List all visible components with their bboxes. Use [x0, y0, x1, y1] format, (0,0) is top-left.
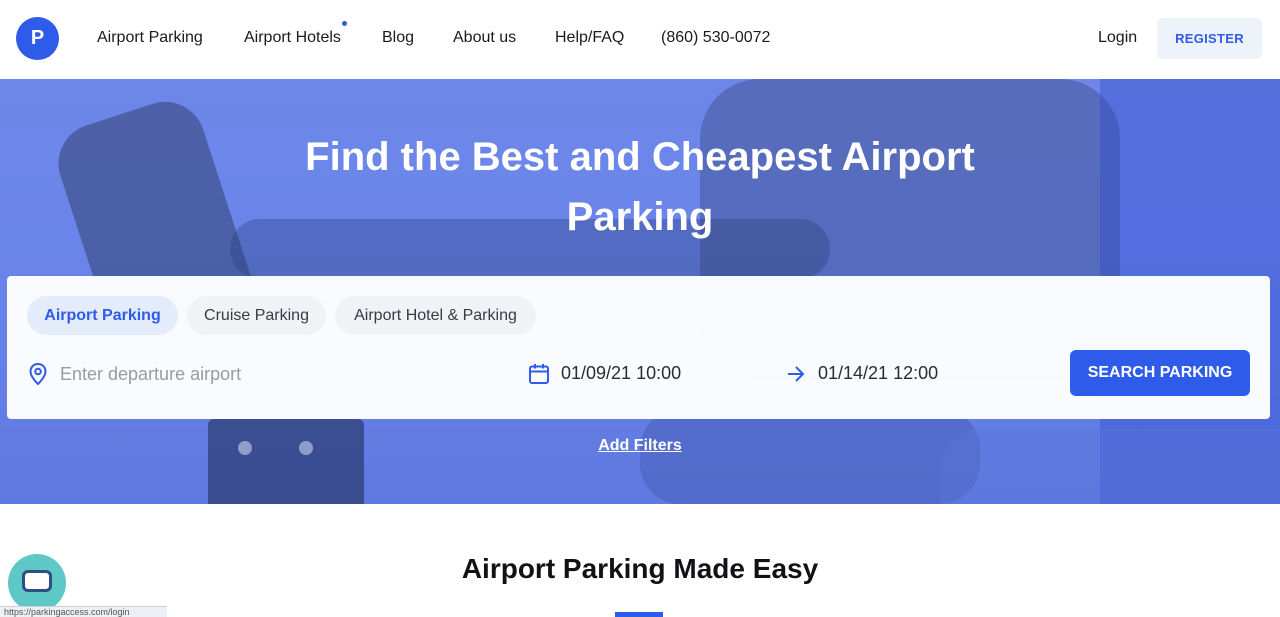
nav-airport-hotels[interactable]: Airport Hotels	[244, 21, 347, 47]
browser-status-bar: https://parkingaccess.com/login	[0, 606, 167, 617]
register-button[interactable]: REGISTER	[1157, 18, 1262, 59]
calendar-icon	[529, 364, 549, 384]
nav-help-faq[interactable]: Help/FAQ	[555, 29, 624, 47]
nav-about-us[interactable]: About us	[453, 29, 516, 47]
hero-background-shape	[238, 441, 252, 455]
nav-blog[interactable]: Blog	[382, 29, 414, 47]
new-indicator-dot	[341, 21, 347, 26]
login-link[interactable]: Login	[1098, 29, 1137, 47]
hero-background-shape	[208, 419, 364, 504]
add-filters-link[interactable]: Add Filters	[560, 437, 720, 455]
nav-airport-parking[interactable]: Airport Parking	[97, 29, 203, 47]
title-underline	[615, 612, 663, 617]
chat-bubble-icon	[22, 570, 52, 592]
tab-airport-hotel-parking[interactable]: Airport Hotel & Parking	[335, 296, 536, 335]
nav-phone-number[interactable]: (860) 530-0072	[661, 29, 770, 47]
top-nav-bar: P Airport Parking Airport Hotels Blog Ab…	[0, 0, 1280, 79]
departure-airport-input[interactable]	[60, 361, 460, 387]
location-pin-icon	[29, 362, 47, 386]
hero-background-shape	[940, 429, 1280, 504]
section-title: Airport Parking Made Easy	[461, 553, 819, 584]
logo[interactable]: P	[16, 17, 59, 60]
hero-background-shape	[640, 409, 980, 504]
nav-airport-hotels-label: Airport Hotels	[244, 29, 341, 46]
hero-headline: Find the Best and Cheapest Airport Parki…	[305, 135, 975, 239]
hero-background-shape	[299, 441, 313, 455]
chat-widget-button[interactable]	[8, 554, 66, 612]
tab-cruise-parking[interactable]: Cruise Parking	[187, 296, 326, 335]
search-card: Airport Parking Cruise Parking Airport H…	[7, 276, 1270, 419]
tab-airport-parking[interactable]: Airport Parking	[27, 296, 178, 335]
start-datetime-field[interactable]: 01/09/21 10:00	[561, 363, 681, 384]
arrow-right-icon	[788, 366, 805, 382]
end-datetime-field[interactable]: 01/14/21 12:00	[818, 363, 938, 384]
logo-letter: P	[30, 27, 45, 49]
search-parking-button[interactable]: SEARCH PARKING	[1070, 350, 1250, 396]
